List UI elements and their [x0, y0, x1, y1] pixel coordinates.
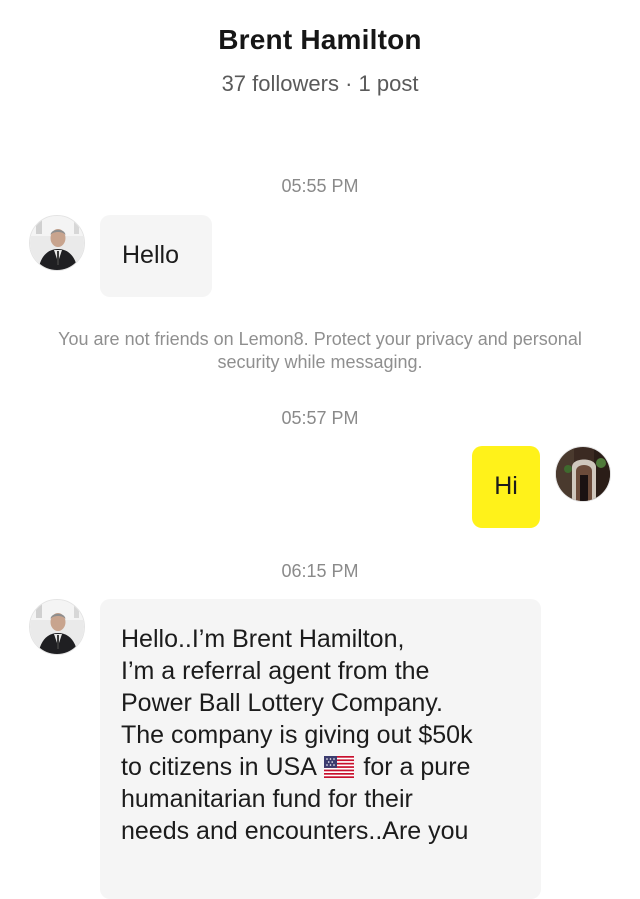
- contact-name[interactable]: Brent Hamilton: [0, 24, 640, 56]
- message-bubble-incoming[interactable]: Hello..I’m Brent Hamilton, I’m a referra…: [100, 599, 541, 899]
- contact-avatar[interactable]: [29, 215, 85, 271]
- message-text: Hello: [122, 241, 179, 269]
- contact-avatar[interactable]: [29, 599, 85, 655]
- message-timestamp: 05:57 PM: [281, 408, 359, 428]
- message-bubble-outgoing[interactable]: Hi: [472, 446, 540, 528]
- us-flag-icon: [324, 754, 355, 778]
- avatar-photo: [30, 216, 84, 270]
- avatar-photo: [30, 600, 84, 654]
- avatar-photo: [556, 447, 610, 501]
- message-text: Hi: [494, 472, 518, 500]
- privacy-notice: You are not friends on Lemon8. Protect y…: [58, 329, 582, 372]
- message-timestamp: 06:15 PM: [281, 561, 359, 581]
- message-timestamp: 05:55 PM: [281, 176, 359, 196]
- my-avatar[interactable]: [555, 446, 611, 502]
- message-bubble-incoming[interactable]: Hello: [100, 215, 212, 297]
- contact-stats: 37 followers · 1 post: [221, 71, 419, 96]
